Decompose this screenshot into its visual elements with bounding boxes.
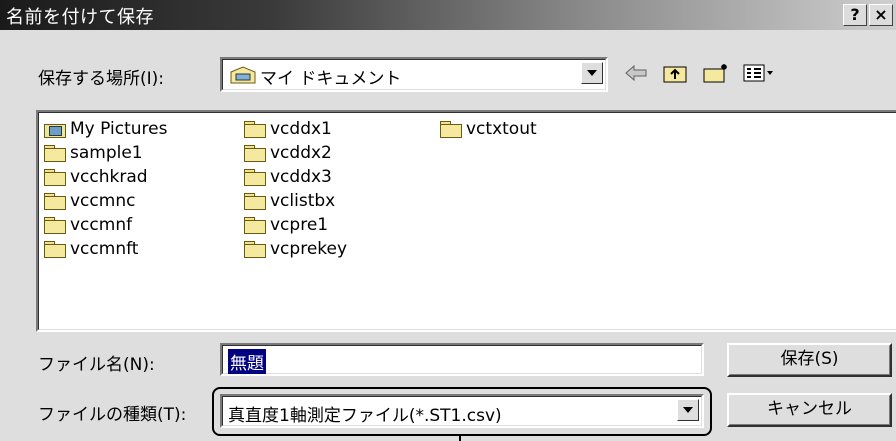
folder-icon [44,169,66,186]
folder-icon [44,193,66,210]
pictures-folder-icon [44,121,66,138]
folder-icon [44,217,66,234]
list-item[interactable]: vclistbx [244,190,335,212]
filename-input[interactable]: 無題 [220,343,704,376]
view-menu-icon[interactable] [742,62,774,89]
close-button[interactable]: × [869,4,893,26]
title-bar[interactable]: 名前を付けて保存 ? × [0,0,896,30]
filename-label: ファイル名(N): [38,355,155,375]
new-folder-icon[interactable] [702,62,730,89]
list-item[interactable]: vccmnf [44,214,132,236]
list-item[interactable]: vccmnft [44,238,138,260]
up-folder-icon[interactable] [662,62,688,89]
filetype-value: 真直度1軸測定ファイル(*.ST1.csv) [228,406,502,426]
folder-icon [44,145,66,162]
callout-leader-line [459,434,461,441]
folder-icon [440,121,462,138]
filetype-label: ファイルの種類(T): [38,405,187,425]
list-item[interactable]: vcchkrad [44,166,148,188]
filename-value: 無題 [228,349,266,374]
list-item[interactable]: My Pictures [44,118,167,140]
filetype-dropdown[interactable]: 真直度1軸測定ファイル(*.ST1.csv) [220,394,704,428]
window-title: 名前を付けて保存 [6,7,154,28]
folder-icon [244,169,266,186]
list-item[interactable]: vcpre1 [244,214,328,236]
save-location-dropdown[interactable]: マイ ドキュメント [220,57,608,92]
folder-icon [44,241,66,258]
save-location-dropdown-arrow[interactable] [581,62,603,84]
save-location-label: 保存する場所(I): [38,69,165,89]
save-button[interactable]: 保存(S) [727,343,892,377]
list-item[interactable]: vcddx2 [244,142,332,164]
folder-icon [244,217,266,234]
list-item[interactable]: vcprekey [244,238,347,260]
list-item[interactable]: vccmnc [44,190,135,212]
back-icon[interactable] [624,62,650,89]
list-item[interactable]: vcddx1 [244,118,332,140]
list-item[interactable]: sample1 [44,142,143,164]
folder-icon [244,193,266,210]
my-documents-icon [230,66,256,84]
list-item[interactable]: vctxtout [440,118,537,140]
save-location-value: マイ ドキュメント [260,69,402,89]
save-as-dialog: 名前を付けて保存 ? × 保存する場所(I): マイ ドキュメント My Pic… [0,0,896,441]
folder-icon [244,121,266,138]
help-button[interactable]: ? [843,4,867,26]
list-item[interactable]: vcddx3 [244,166,332,188]
cancel-button[interactable]: キャンセル [727,393,892,427]
folder-icon [244,241,266,258]
folder-icon [244,145,266,162]
file-list[interactable]: My Pictures sample1 vcchkrad vccmnc vccm… [36,110,896,332]
filetype-dropdown-arrow[interactable] [677,399,699,421]
